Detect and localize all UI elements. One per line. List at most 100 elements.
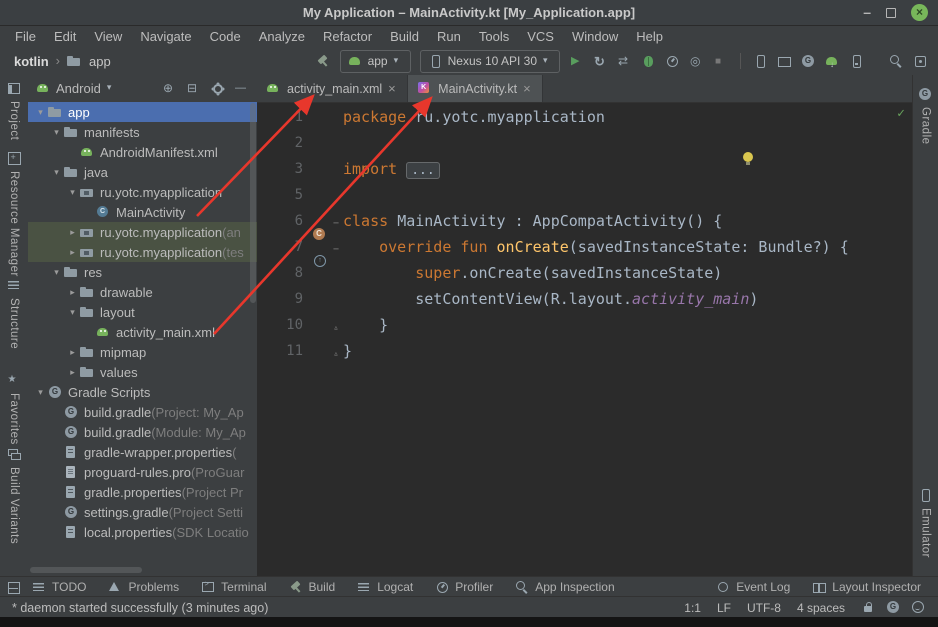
editor[interactable]: 1package ru.yotc.myapplication23import .… [257,102,913,576]
tree-item-java[interactable]: java [28,162,257,182]
code-text[interactable]: class MainActivity : AppCompatActivity()… [343,212,722,230]
menu-tools[interactable]: Tools [470,29,518,44]
breadcrumb-module[interactable]: kotlin [14,54,49,69]
tree-item-mainactivity[interactable]: MainActivity [28,202,257,222]
line-number[interactable]: 1 [257,109,311,125]
tree-item-values[interactable]: values [28,362,257,382]
line-number[interactable]: 8 [257,265,311,281]
tree-item-ru-yotc-myapplication[interactable]: ru.yotc.myapplication [28,182,257,202]
menu-build[interactable]: Build [381,29,428,44]
tree-item-res[interactable]: res [28,262,257,282]
toolwindow-button-todo[interactable]: TODO [21,580,97,595]
settings-gear-icon[interactable] [210,81,225,96]
tree-item-ru-yotc-myapplication-tes[interactable]: ru.yotc.myapplication (tes [28,242,257,262]
hide-panel-icon[interactable] [234,81,249,96]
tool-button-build-variants[interactable]: Build Variants [0,447,28,544]
chevron-down-icon[interactable] [34,387,47,398]
line-number[interactable]: 10 [257,317,311,333]
status-message[interactable]: * daemon started successfully (3 minutes… [12,601,268,615]
chevron-down-icon[interactable] [66,187,79,198]
toolwindow-button-event-log[interactable]: Event Log [705,580,801,595]
toolwindow-button-logcat[interactable]: Logcat [346,580,424,595]
close-tab-icon[interactable] [523,81,533,96]
chevron-down-icon[interactable] [66,307,79,318]
device-file-explorer-icon[interactable] [849,54,864,69]
tool-button-structure[interactable]: Structure [0,278,28,349]
chevron-right-icon[interactable] [66,347,79,358]
tree-item-settings-gradle-project-setti[interactable]: settings.gradle (Project Setti [28,502,257,522]
tool-button-gradle[interactable]: Gradle [913,87,938,145]
run-icon[interactable] [569,54,584,69]
sdk-manager-icon[interactable] [825,54,840,69]
tree-item-mipmap[interactable]: mipmap [28,342,257,362]
menu-navigate[interactable]: Navigate [131,29,200,44]
line-number[interactable]: 6 [257,213,311,229]
fold-marker-icon[interactable] [329,238,343,256]
tree-item-androidmanifest-xml[interactable]: AndroidManifest.xml [28,142,257,162]
run-config-selector[interactable]: app [340,50,411,73]
line-number[interactable]: 5 [257,187,311,203]
tree-item-gradle-scripts[interactable]: Gradle Scripts [28,382,257,402]
code-view[interactable]: 1package ru.yotc.myapplication23import .… [257,102,913,364]
menu-vcs[interactable]: VCS [518,29,563,44]
apply-changes-icon[interactable] [593,54,608,69]
menu-window[interactable]: Window [563,29,627,44]
toolwindow-button-build[interactable]: Build [278,580,347,595]
tool-button-project[interactable]: Project [0,81,28,140]
toolwindow-button-app-inspection[interactable]: App Inspection [504,580,625,595]
project-view-selector[interactable]: Android [56,81,101,96]
line-number[interactable]: 3 [257,161,311,177]
status-lf[interactable]: LF [717,601,731,615]
menu-run[interactable]: Run [428,29,470,44]
code-text[interactable]: } [343,316,388,334]
stop-icon[interactable] [713,54,728,69]
close-tab-icon[interactable] [388,81,398,96]
menu-help[interactable]: Help [627,29,672,44]
code-text[interactable]: setContentView(R.layout.activity_main) [343,290,758,308]
menu-file[interactable]: File [6,29,45,44]
toolwindow-button-terminal[interactable]: Terminal [190,580,277,595]
chevron-right-icon[interactable] [66,247,79,258]
horizontal-scrollbar[interactable] [30,567,142,573]
gradle-status-icon[interactable] [886,600,901,615]
chevron-down-icon[interactable] [50,267,63,278]
menu-view[interactable]: View [85,29,131,44]
vertical-scrollbar[interactable] [250,103,256,303]
line-number[interactable]: 11 [257,343,311,359]
minimize-button[interactable] [863,4,871,22]
status-1-1[interactable]: 1:1 [684,601,701,615]
tree-item-app[interactable]: app [28,102,257,122]
status-4-spaces[interactable]: 4 spaces [797,601,845,615]
tree-item-ru-yotc-myapplication-an[interactable]: ru.yotc.myapplication (an [28,222,257,242]
notifications-icon[interactable] [913,54,928,69]
layout-validation-icon[interactable] [777,54,792,69]
debug-icon[interactable] [641,54,656,69]
code-text[interactable]: override fun onCreate(savedInstanceState… [343,238,849,256]
tree-item-manifests[interactable]: manifests [28,122,257,142]
toolwindow-button-layout-inspector[interactable]: Layout Inspector [801,580,932,595]
readonly-lock-icon[interactable] [861,600,876,615]
tree-item-activity-main-xml[interactable]: activity_main.xml [28,322,257,342]
fold-marker-icon[interactable] [329,342,343,360]
chevron-down-icon[interactable] [106,82,116,95]
code-text[interactable]: package ru.yotc.myapplication [343,108,605,126]
tool-button-resource-manager[interactable]: Resource Manager [0,151,28,277]
toolwindow-button-profiler[interactable]: Profiler [424,580,504,595]
tab-activity-main-xml[interactable]: activity_main.xml [257,75,408,102]
maximize-button[interactable] [886,8,896,18]
chevron-right-icon[interactable] [66,367,79,378]
tree-item-drawable[interactable]: drawable [28,282,257,302]
breadcrumb-app[interactable]: app [89,54,111,69]
fold-marker-icon[interactable] [329,212,343,230]
tool-button-favorites[interactable]: Favorites [0,373,28,445]
inspections-ok-icon[interactable]: ✓ [897,106,905,121]
chevron-down-icon[interactable] [50,167,63,178]
profile-icon[interactable] [665,54,680,69]
tool-windows-icon[interactable] [6,580,21,595]
locate-file-icon[interactable] [162,81,177,96]
device-selector[interactable]: Nexus 10 API 30 [420,50,560,73]
tree-item-gradle-properties-project-pr[interactable]: gradle.properties (Project Pr [28,482,257,502]
toolwindow-button-problems[interactable]: Problems [97,580,190,595]
menu-edit[interactable]: Edit [45,29,85,44]
tree-item-build-gradle-module-my-ap[interactable]: build.gradle (Module: My_Ap [28,422,257,442]
